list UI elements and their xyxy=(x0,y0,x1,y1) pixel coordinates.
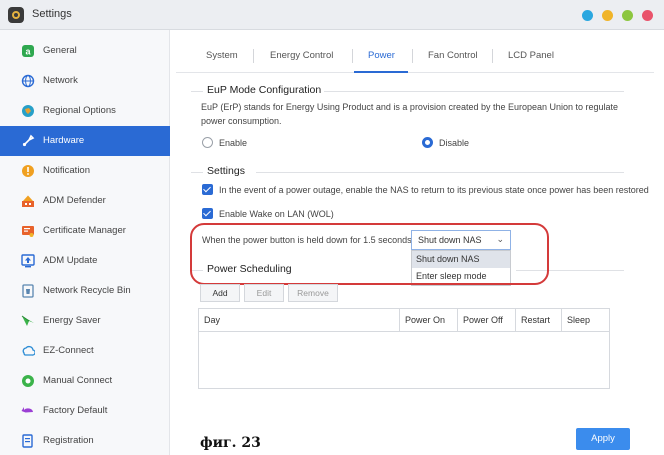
wol-label: Enable Wake on LAN (WOL) xyxy=(219,209,334,219)
sidebar-item-label: Regional Options xyxy=(43,105,116,116)
active-tab-indicator xyxy=(354,71,408,73)
eup-enable-label: Enable xyxy=(219,138,248,148)
highlight-annotation xyxy=(190,223,549,285)
sidebar-item-label: ADM Defender xyxy=(43,195,106,206)
sidebar-item-energy-saver[interactable]: Energy Saver xyxy=(0,306,170,336)
sidebar-item-network-recycle-bin[interactable]: Network Recycle Bin xyxy=(0,276,170,306)
sidebar-item-adm-defender[interactable]: ADM Defender xyxy=(0,186,170,216)
eup-enable-radio[interactable] xyxy=(202,137,213,148)
registration-icon xyxy=(22,434,33,448)
restore-power-checkbox[interactable] xyxy=(202,184,213,195)
sidebar-item-label: Network xyxy=(43,75,78,86)
tab-fan-control[interactable]: Fan Control xyxy=(428,50,478,61)
sidebar-item-label: Energy Saver xyxy=(43,315,101,326)
window-control-green-icon[interactable] xyxy=(622,10,633,21)
tab-divider xyxy=(492,49,493,63)
energy-saver-icon xyxy=(21,315,34,326)
sidebar-item-factory-default[interactable]: Factory Default xyxy=(0,396,170,426)
eup-section-title: EuP Mode Configuration xyxy=(207,84,322,96)
eup-description: EuP (ErP) stands for Energy Using Produc… xyxy=(201,102,619,126)
manual-connect-icon xyxy=(22,375,34,387)
eup-disable-label: Disable xyxy=(439,138,470,148)
defender-icon xyxy=(22,195,34,207)
sidebar-item-label: Factory Default xyxy=(43,405,108,416)
apply-button[interactable]: Apply xyxy=(576,428,630,450)
sidebar-item-label: Certificate Manager xyxy=(43,225,126,236)
sidebar-item-label: Network Recycle Bin xyxy=(43,285,131,296)
window-control-yellow-icon[interactable] xyxy=(602,10,613,21)
settings-section-title: Settings xyxy=(207,165,245,177)
sidebar-item-regional-options[interactable]: Regional Options xyxy=(0,96,170,126)
restore-power-label: In the event of a power outage, enable t… xyxy=(219,185,649,195)
schedule-table: Day Power On Power Off Restart Sleep xyxy=(198,308,610,389)
tab-divider xyxy=(352,49,353,63)
sidebar-item-label: General xyxy=(43,45,77,56)
regional-icon xyxy=(22,105,34,117)
remove-button[interactable]: Remove xyxy=(288,284,338,302)
tab-power[interactable]: Power xyxy=(368,50,395,61)
edit-button[interactable]: Edit xyxy=(244,284,284,302)
window-control-blue-icon[interactable] xyxy=(582,10,593,21)
section-divider xyxy=(191,91,203,92)
tab-lcd-panel[interactable]: LCD Panel xyxy=(508,50,554,61)
sidebar-item-ez-connect[interactable]: EZ-Connect xyxy=(0,336,170,366)
window-title: Settings xyxy=(32,8,72,20)
globe-icon xyxy=(21,74,35,88)
window-control-red-icon[interactable] xyxy=(642,10,653,21)
sidebar-item-label: Notification xyxy=(43,165,90,176)
column-header-power-on: Power On xyxy=(399,309,457,331)
tab-divider xyxy=(253,49,254,63)
sidebar-item-label: ADM Update xyxy=(43,255,98,266)
column-header-power-off: Power Off xyxy=(457,309,515,331)
tab-bar: System Energy Control Power Fan Control … xyxy=(176,40,654,73)
factory-default-icon xyxy=(21,407,33,413)
sidebar-item-general[interactable]: a General xyxy=(0,36,170,66)
section-divider xyxy=(256,172,624,173)
column-header-restart: Restart xyxy=(515,309,561,331)
eup-disable-radio[interactable] xyxy=(422,137,433,148)
settings-app-icon xyxy=(8,7,24,23)
sidebar: a General Network Regional Options Hardw… xyxy=(0,30,170,455)
column-header-day: Day xyxy=(204,315,221,325)
general-icon: a xyxy=(22,45,34,57)
notification-icon xyxy=(22,165,34,177)
certificate-icon xyxy=(22,226,34,237)
sidebar-item-label: Manual Connect xyxy=(43,375,113,386)
section-divider xyxy=(324,91,624,92)
sidebar-item-label: Registration xyxy=(43,435,94,446)
hardware-icon xyxy=(22,134,35,147)
tab-energy-control[interactable]: Energy Control xyxy=(270,50,333,61)
sidebar-item-manual-connect[interactable]: Manual Connect xyxy=(0,366,170,396)
wol-checkbox[interactable] xyxy=(202,208,213,219)
sidebar-item-hardware[interactable]: Hardware xyxy=(0,126,170,156)
tab-divider xyxy=(412,49,413,63)
sidebar-item-adm-update[interactable]: ADM Update xyxy=(0,246,170,276)
sidebar-item-network[interactable]: Network xyxy=(0,66,170,96)
column-header-sleep: Sleep xyxy=(561,309,609,331)
sidebar-item-label: EZ-Connect xyxy=(43,345,94,356)
main-panel: System Energy Control Power Fan Control … xyxy=(176,30,664,455)
sidebar-item-certificate-manager[interactable]: Certificate Manager xyxy=(0,216,170,246)
sidebar-item-label: Hardware xyxy=(43,135,85,146)
ez-connect-icon xyxy=(22,345,35,356)
sidebar-item-notification[interactable]: Notification xyxy=(0,156,170,186)
sidebar-item-registration[interactable]: Registration xyxy=(0,426,170,455)
title-bar: Settings xyxy=(0,0,664,30)
add-button[interactable]: Add xyxy=(200,284,240,302)
tab-system[interactable]: System xyxy=(206,50,238,61)
recycle-bin-icon xyxy=(22,284,34,298)
update-icon xyxy=(21,254,35,268)
table-header-divider xyxy=(199,331,609,332)
section-divider xyxy=(191,172,203,173)
figure-caption: фиг. 23 xyxy=(200,435,261,451)
